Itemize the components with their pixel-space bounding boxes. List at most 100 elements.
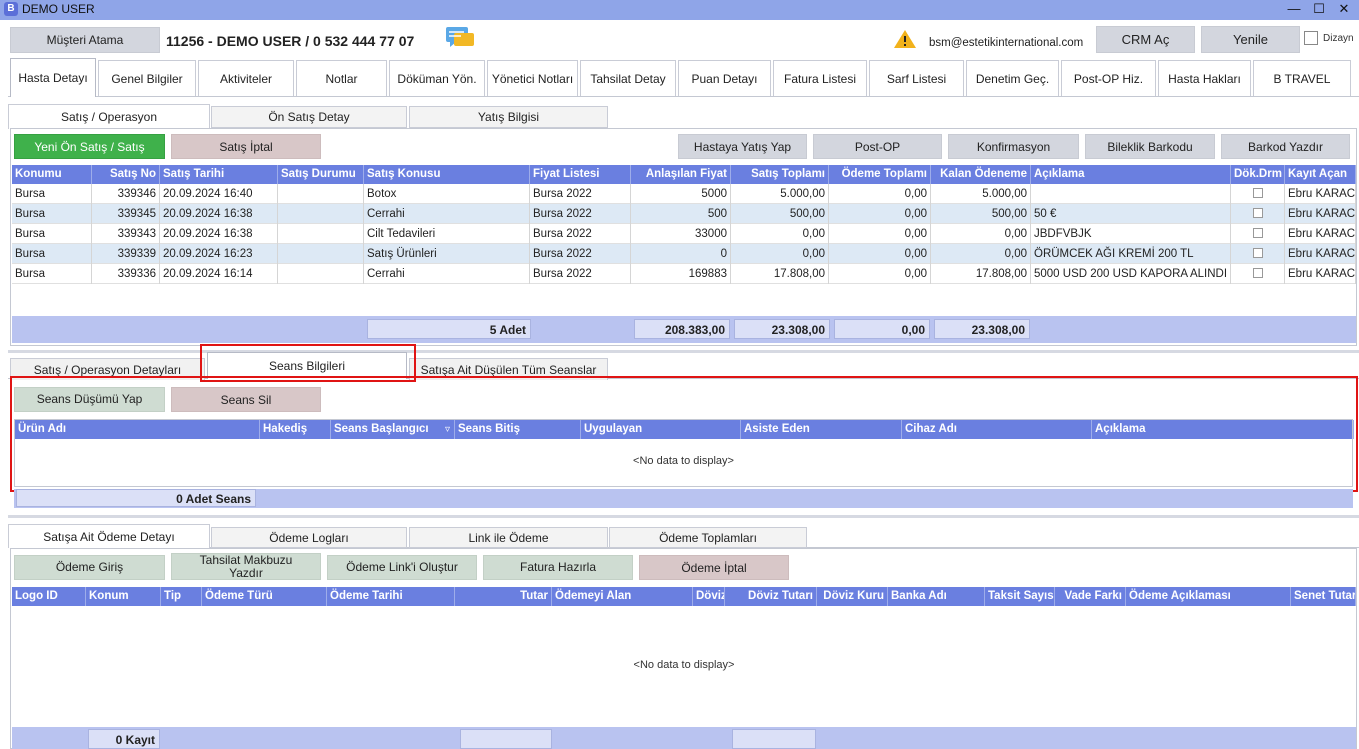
filter-icon[interactable]: ▿	[445, 420, 450, 439]
session-col-header[interactable]: Açıklama	[1092, 420, 1354, 439]
sale-cancel-button[interactable]: Satış İptal	[171, 134, 321, 159]
payment-tab-1[interactable]: Ödeme Logları	[211, 527, 407, 548]
main-tab-4[interactable]: Döküman Yön.	[389, 60, 485, 96]
table-row[interactable]: Bursa 339345 20.09.2024 16:38 Cerrahi Bursa …	[12, 204, 1356, 224]
payment-col-header[interactable]: Konum	[86, 587, 161, 606]
main-tab-5[interactable]: Yönetici Notları	[487, 60, 578, 96]
payment-col-header[interactable]: Döviz Kuru	[817, 587, 888, 606]
create-payment-link-button[interactable]: Ödeme Link'i Oluştur	[327, 555, 477, 580]
payment-col-header[interactable]: Tutar	[455, 587, 552, 606]
doc-status-checkbox[interactable]	[1252, 188, 1263, 198]
sales-col-header[interactable]: Fiyat Listesi	[530, 165, 631, 184]
main-tab-9[interactable]: Sarf Listesi	[869, 60, 964, 96]
maximize-button[interactable]: ☐	[1307, 0, 1331, 18]
payment-col-header[interactable]: Logo ID	[12, 587, 86, 606]
main-tab-6[interactable]: Tahsilat Detay	[580, 60, 676, 96]
payment-entry-button[interactable]: Ödeme Giriş	[14, 555, 165, 580]
sales-col-header[interactable]: Açıklama	[1031, 165, 1231, 184]
payment-col-header[interactable]: Ödeme Türü	[202, 587, 327, 606]
session-col-header[interactable]: Ürün Adı	[15, 420, 260, 439]
bracelet-barcode-button[interactable]: Bileklik Barkodu	[1085, 134, 1215, 159]
session-deduct-button[interactable]: Seans Düşümü Yap	[14, 387, 165, 412]
session-col-header[interactable]: Seans Başlangıcı ▿	[331, 420, 455, 439]
main-tab-0[interactable]: Hasta Detayı	[10, 58, 96, 97]
main-tab-11[interactable]: Post-OP Hiz.	[1061, 60, 1156, 96]
close-button[interactable]: ✕	[1332, 0, 1356, 18]
minimize-button[interactable]: —	[1282, 0, 1306, 18]
table-row[interactable]: Bursa 339336 20.09.2024 16:14 Cerrahi Bursa …	[12, 264, 1356, 284]
payment-col-header[interactable]: Ödemeyi Alan	[552, 587, 693, 606]
splitter-2[interactable]	[8, 515, 1359, 518]
payment-cancel-button[interactable]: Ödeme İptal	[639, 555, 789, 580]
sales-col-header[interactable]: Satış Konusu	[364, 165, 530, 184]
doc-status-checkbox[interactable]	[1252, 268, 1263, 278]
payment-col-header[interactable]: Ödeme Açıklaması	[1126, 587, 1291, 606]
sales-tab-1[interactable]: Ön Satış Detay	[211, 106, 407, 128]
sales-col-header[interactable]: Kayıt Açan	[1285, 165, 1356, 184]
sales-col-header[interactable]: Konumu	[12, 165, 92, 184]
session-col-header[interactable]: Cihaz Adı	[902, 420, 1092, 439]
sales-tab-2[interactable]: Yatış Bilgisi	[409, 106, 608, 128]
session-delete-button[interactable]: Seans Sil	[171, 387, 321, 412]
table-row[interactable]: Bursa 339346 20.09.2024 16:40 Botox Bursa 20…	[12, 184, 1356, 204]
table-cell: 33000	[631, 224, 731, 244]
payment-col-header[interactable]: Senet Tutarı	[1291, 587, 1356, 606]
doc-status-checkbox[interactable]	[1252, 208, 1263, 218]
session-col-header[interactable]: Uygulayan	[581, 420, 741, 439]
main-tab-1[interactable]: Genel Bilgiler	[98, 60, 196, 96]
payment-tab-0[interactable]: Satışa Ait Ödeme Detayı	[8, 524, 210, 548]
sales-col-header[interactable]: Dök.Drm	[1231, 165, 1285, 184]
prepare-invoice-button[interactable]: Fatura Hazırla	[483, 555, 633, 580]
payment-col-header[interactable]: Döviz Tutarı	[725, 587, 817, 606]
new-sale-button[interactable]: Yeni Ön Satış / Satış	[14, 134, 165, 159]
table-cell	[1031, 184, 1231, 204]
table-cell: 5000 USD 200 USD KAPORA ALINDI	[1031, 264, 1231, 284]
payment-col-header[interactable]: Taksit Sayısı	[985, 587, 1055, 606]
sales-col-header[interactable]: Satış Toplamı	[731, 165, 829, 184]
session-col-header[interactable]: Seans Bitiş	[455, 420, 581, 439]
confirmation-button[interactable]: Konfirmasyon	[948, 134, 1079, 159]
main-tab-8[interactable]: Fatura Listesi	[773, 60, 867, 96]
sales-grid: Konumu Satış No Satış Tarihi Satış Durumu Sa…	[12, 165, 1356, 315]
payment-col-header[interactable]: Döviz	[693, 587, 725, 606]
main-tab-7[interactable]: Puan Detayı	[678, 60, 771, 96]
table-row[interactable]: Bursa 339339 20.09.2024 16:23 Satış Ürünler…	[12, 244, 1356, 264]
crm-open-button[interactable]: CRM Aç	[1096, 26, 1195, 53]
session-col-header[interactable]: Asiste Eden	[741, 420, 902, 439]
table-cell	[278, 204, 364, 224]
sales-col-header[interactable]: Ödeme Toplamı	[829, 165, 931, 184]
design-checkbox[interactable]	[1304, 31, 1318, 45]
sales-col-header[interactable]: Satış Tarihi	[160, 165, 278, 184]
doc-status-cell	[1231, 224, 1285, 244]
session-col-header[interactable]: Hakediş	[260, 420, 331, 439]
payment-col-header[interactable]: Ödeme Tarihi	[327, 587, 455, 606]
main-tab-10[interactable]: Denetim Geç.	[966, 60, 1059, 96]
payment-tab-3[interactable]: Ödeme Toplamları	[609, 527, 807, 548]
sales-col-header[interactable]: Kalan Ödeneme	[931, 165, 1031, 184]
print-barcode-button[interactable]: Barkod Yazdır	[1221, 134, 1350, 159]
table-row[interactable]: Bursa 339343 20.09.2024 16:38 Cilt Tedavile…	[12, 224, 1356, 244]
customer-assign-button[interactable]: Müşteri Atama	[10, 27, 160, 53]
main-tab-3[interactable]: Notlar	[296, 60, 387, 96]
doc-status-checkbox[interactable]	[1252, 228, 1263, 238]
main-tab-2[interactable]: Aktiviteler	[198, 60, 294, 96]
payment-tab-2[interactable]: Link ile Ödeme	[409, 527, 608, 548]
payment-col-header[interactable]: Banka Adı	[888, 587, 985, 606]
post-op-button[interactable]: Post-OP	[813, 134, 942, 159]
sales-col-header[interactable]: Satış Durumu	[278, 165, 364, 184]
print-receipt-button[interactable]: Tahsilat Makbuzu Yazdır	[171, 553, 321, 580]
sales-col-header[interactable]: Anlaşılan Fiyat	[631, 165, 731, 184]
main-tab-13[interactable]: B TRAVEL	[1253, 60, 1351, 96]
table-cell: 0,00	[829, 204, 931, 224]
chat-icon[interactable]	[446, 27, 476, 51]
payment-col-header[interactable]: Tip	[161, 587, 202, 606]
payment-col-header[interactable]: Vade Farkı	[1055, 587, 1126, 606]
admit-patient-button[interactable]: Hastaya Yatış Yap	[678, 134, 807, 159]
table-cell	[278, 224, 364, 244]
refresh-button[interactable]: Yenile	[1201, 26, 1300, 53]
session-count: 0 Adet Seans	[16, 489, 256, 507]
sales-col-header[interactable]: Satış No	[92, 165, 160, 184]
main-tab-12[interactable]: Hasta Hakları	[1158, 60, 1251, 96]
doc-status-checkbox[interactable]	[1252, 248, 1263, 258]
sales-tab-0[interactable]: Satış / Operasyon	[8, 104, 210, 129]
